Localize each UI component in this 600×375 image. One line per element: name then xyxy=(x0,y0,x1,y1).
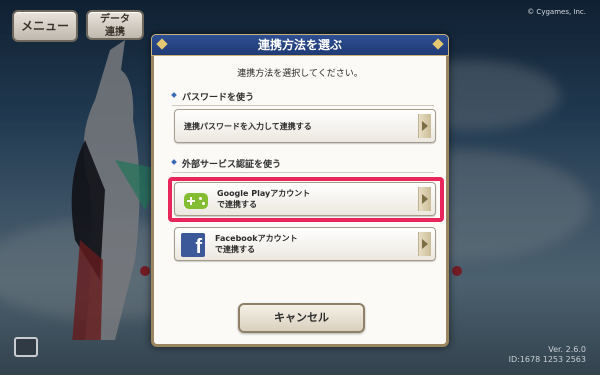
password-link-button[interactable]: 連携パスワードを入力して連携する xyxy=(174,109,436,143)
data-link-label-line2: 連携 xyxy=(105,27,125,38)
password-link-label: 連携パスワードを入力して連携する xyxy=(184,122,312,131)
header-ornament-icon xyxy=(156,38,168,50)
dialog-header: 連携方法を選ぶ xyxy=(151,34,449,56)
header-ornament-icon xyxy=(432,38,444,50)
facebook-link-button[interactable]: f Facebookアカウント で連携する xyxy=(174,227,436,261)
dialog-subtitle: 連携方法を選択してください。 xyxy=(237,69,363,79)
version-info: Ver. 2.6.0 ID:1678 1253 2563 xyxy=(509,345,586,365)
chevron-right-icon xyxy=(418,232,431,256)
screen-toggle-icon[interactable] xyxy=(14,337,38,357)
facebook-label-line2: で連携する xyxy=(215,245,255,254)
chevron-right-icon xyxy=(418,114,431,138)
copyright-text: © Cygames, Inc. xyxy=(527,8,586,16)
data-link-button[interactable]: データ 連携 xyxy=(86,10,144,40)
section-title-external: 外部サービス認証を使う xyxy=(172,157,434,173)
menu-button[interactable]: メニュー xyxy=(12,10,78,42)
cancel-button[interactable]: キャンセル xyxy=(238,303,365,333)
facebook-label-line1: Facebookアカウント xyxy=(215,234,298,243)
dialog-title: 連携方法を選ぶ xyxy=(257,38,342,52)
version-text: Ver. 2.6.0 xyxy=(548,345,586,354)
data-link-label-line1: データ xyxy=(100,14,130,25)
link-method-dialog: 連携方法を選ぶ 連携方法を選択してください。 パスワードを使う 連携パスワードを… xyxy=(151,34,449,347)
facebook-f-icon: f xyxy=(181,233,205,258)
user-id-text: ID:1678 1253 2563 xyxy=(508,355,586,364)
selection-highlight-frame xyxy=(168,177,444,222)
section-title-password: パスワードを使う xyxy=(172,90,434,106)
